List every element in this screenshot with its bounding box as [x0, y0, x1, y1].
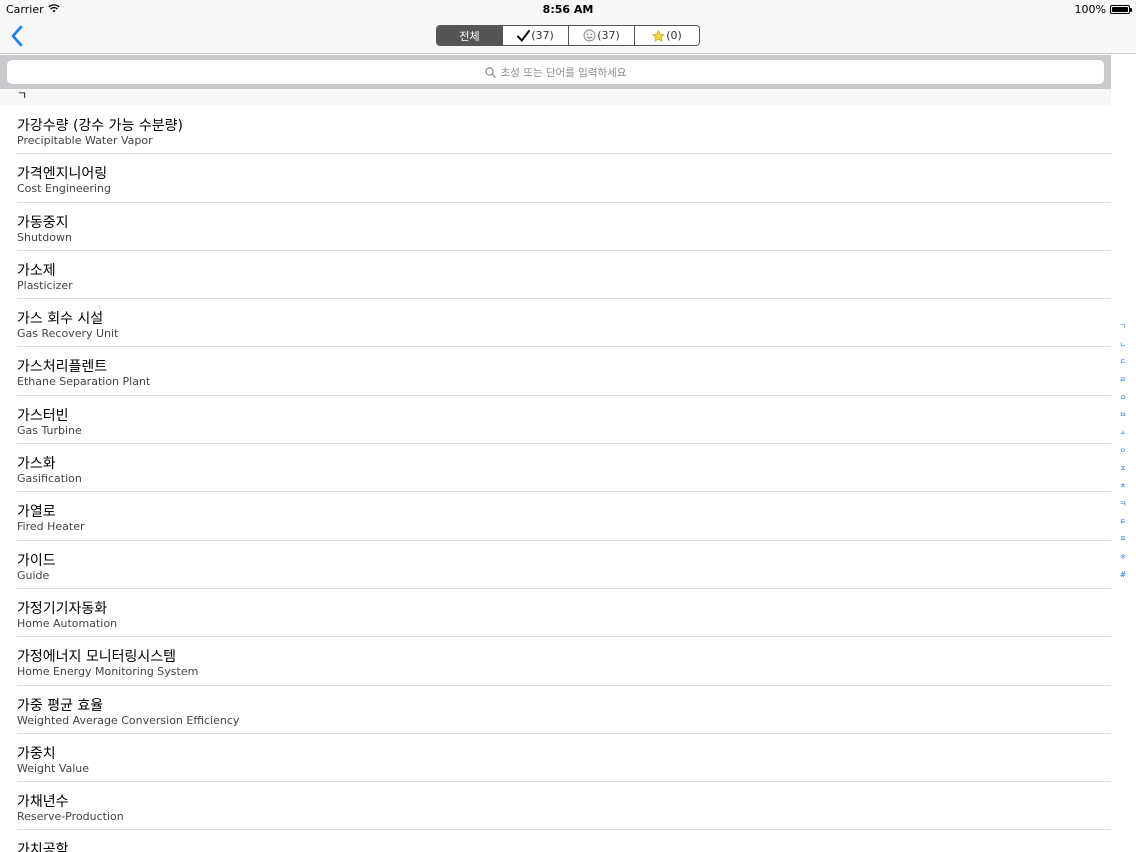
term-korean: 가정에너지 모니터링시스템 — [17, 649, 177, 666]
term-english: Precipitable Water Vapor — [17, 134, 153, 147]
term-korean: 가스터빈 — [17, 407, 69, 424]
search-icon — [484, 66, 496, 78]
index-item[interactable]: ㅊ — [1120, 477, 1127, 495]
list-item[interactable]: 가스처리플렌트 Ethane Separation Plant — [17, 347, 1111, 396]
term-korean: 가강수량 (강수 가능 수분량) — [17, 118, 183, 134]
term-korean: 가중치 — [17, 745, 56, 762]
segment-favorites[interactable]: (0) — [634, 26, 699, 45]
term-english: Reserve-Production — [17, 810, 124, 824]
index-item[interactable]: ㅋ — [1120, 495, 1127, 513]
list-item[interactable]: 가동중지 Shutdown — [17, 203, 1111, 251]
term-english: Gasification — [17, 472, 82, 486]
term-korean: 가스처리플렌트 — [17, 359, 108, 376]
navigation-bar: 전체 (37) (37) (0) — [0, 18, 1136, 54]
index-item[interactable]: ㄹ — [1120, 371, 1127, 389]
checkmark-icon — [517, 29, 531, 42]
battery-percent: 100% — [1074, 3, 1106, 16]
search-input[interactable]: 초성 또는 단어를 입력하세요 — [7, 60, 1104, 84]
section-index-bar: ㄱㄴㄷㄹㅁㅂㅅㅇㅈㅊㅋㅌㅍㅎ # — [1116, 318, 1130, 583]
term-korean: 가열로 — [17, 504, 56, 521]
chevron-left-icon — [11, 25, 23, 47]
segment-checked-label: (37) — [531, 29, 554, 42]
term-korean: 가정기기자동화 — [17, 600, 108, 617]
star-icon — [652, 29, 666, 42]
index-item[interactable]: ㄴ — [1120, 336, 1127, 354]
index-item[interactable]: # — [1120, 566, 1126, 584]
term-english: Shutdown — [17, 230, 72, 244]
term-korean: 가중 평균 효율 — [17, 697, 104, 714]
term-english: Gas Turbine — [17, 423, 82, 437]
index-item[interactable]: ㅈ — [1120, 460, 1127, 478]
list-item[interactable]: 가소제 Plasticizer — [17, 251, 1111, 300]
segment-smiley[interactable]: (37) — [568, 26, 634, 45]
term-korean: 가동중지 — [17, 214, 69, 231]
term-english: Ethane Separation Plant — [17, 375, 151, 389]
search-placeholder: 초성 또는 단어를 입력하세요 — [500, 66, 627, 79]
list-item[interactable]: 가정기기자동화 Home Automation — [17, 589, 1111, 638]
term-list: 가강수량 (강수 가능 수분량) Precipitable Water Vapor… — [0, 106, 1111, 852]
list-item[interactable]: 가스 회수 시설 Gas Recovery Unit — [17, 299, 1111, 348]
segment-favorites-label: (0) — [666, 29, 682, 42]
smiley-icon — [583, 29, 596, 42]
index-item[interactable]: ㅁ — [1120, 389, 1127, 407]
index-item[interactable]: ㅅ — [1120, 424, 1127, 442]
filter-segmented-control: 전체 (37) (37) (0) — [436, 25, 700, 46]
search-bar: 초성 또는 단어를 입력하세요 — [0, 55, 1111, 89]
term-english: Weight Value — [17, 761, 90, 775]
term-korean: 가치공학 — [17, 842, 69, 852]
list-item[interactable]: 가중치 Weight Value — [17, 734, 1111, 783]
list-item[interactable]: 가열로 Fired Heater — [17, 492, 1111, 541]
term-korean: 가소제 — [17, 262, 56, 279]
term-english: Fired Heater — [17, 520, 85, 534]
status-right: 100% — [1074, 3, 1132, 16]
battery-icon — [1110, 5, 1132, 14]
term-korean: 가격엔지니어링 — [17, 166, 108, 183]
term-english: Plasticizer — [17, 278, 73, 292]
term-korean: 가이드 — [17, 552, 56, 569]
status-bar: Carrier 8:56 AM 100% — [0, 0, 1136, 18]
segment-checked[interactable]: (37) — [502, 26, 568, 45]
list-item[interactable]: 가스터빈 Gas Turbine — [17, 396, 1111, 445]
index-item[interactable]: ㄱ — [1120, 318, 1127, 336]
list-item[interactable]: 가강수량 (강수 가능 수분량) Precipitable Water Vapor — [17, 106, 1111, 155]
term-english: Gas Recovery Unit — [17, 327, 119, 341]
segment-all[interactable]: 전체 — [437, 26, 502, 45]
list-item[interactable]: 가치공학 — [17, 830, 1111, 852]
term-korean: 가스 회수 시설 — [17, 311, 104, 328]
term-english: Home Energy Monitoring System — [17, 665, 199, 679]
list-item[interactable]: 가중 평균 효율 Weighted Average Conversion Effi… — [17, 686, 1111, 734]
segment-all-label: 전체 — [459, 29, 480, 43]
index-item[interactable]: ㅎ — [1120, 548, 1127, 566]
term-korean: 가채년수 — [17, 794, 69, 811]
index-item[interactable]: ㅂ — [1120, 406, 1127, 424]
section-header: ㄱ — [0, 89, 1111, 106]
list-item[interactable]: 가격엔지니어링 Cost Engineering — [17, 154, 1111, 203]
status-time: 8:56 AM — [542, 3, 594, 16]
segment-smiley-label: (37) — [597, 29, 620, 42]
list-item[interactable]: 가이드 Guide — [17, 541, 1111, 589]
term-english: Guide — [17, 568, 50, 582]
term-english: Cost Engineering — [17, 182, 111, 196]
list-item[interactable]: 가채년수 Reserve-Production — [17, 782, 1111, 831]
index-item[interactable]: ㅇ — [1120, 442, 1127, 460]
term-english: Weighted Average Conversion Efficiency — [17, 713, 240, 727]
index-item[interactable]: ㅍ — [1120, 530, 1127, 548]
list-item[interactable]: 가스화 Gasification — [17, 444, 1111, 493]
index-item[interactable]: ㄷ — [1120, 353, 1127, 371]
back-button[interactable] — [8, 24, 28, 48]
index-item[interactable]: ㅌ — [1120, 513, 1127, 531]
term-korean: 가스화 — [17, 456, 56, 473]
term-english: Home Automation — [17, 616, 118, 630]
list-item[interactable]: 가정에너지 모니터링시스템 Home Energy Monitoring Syst… — [17, 637, 1111, 686]
